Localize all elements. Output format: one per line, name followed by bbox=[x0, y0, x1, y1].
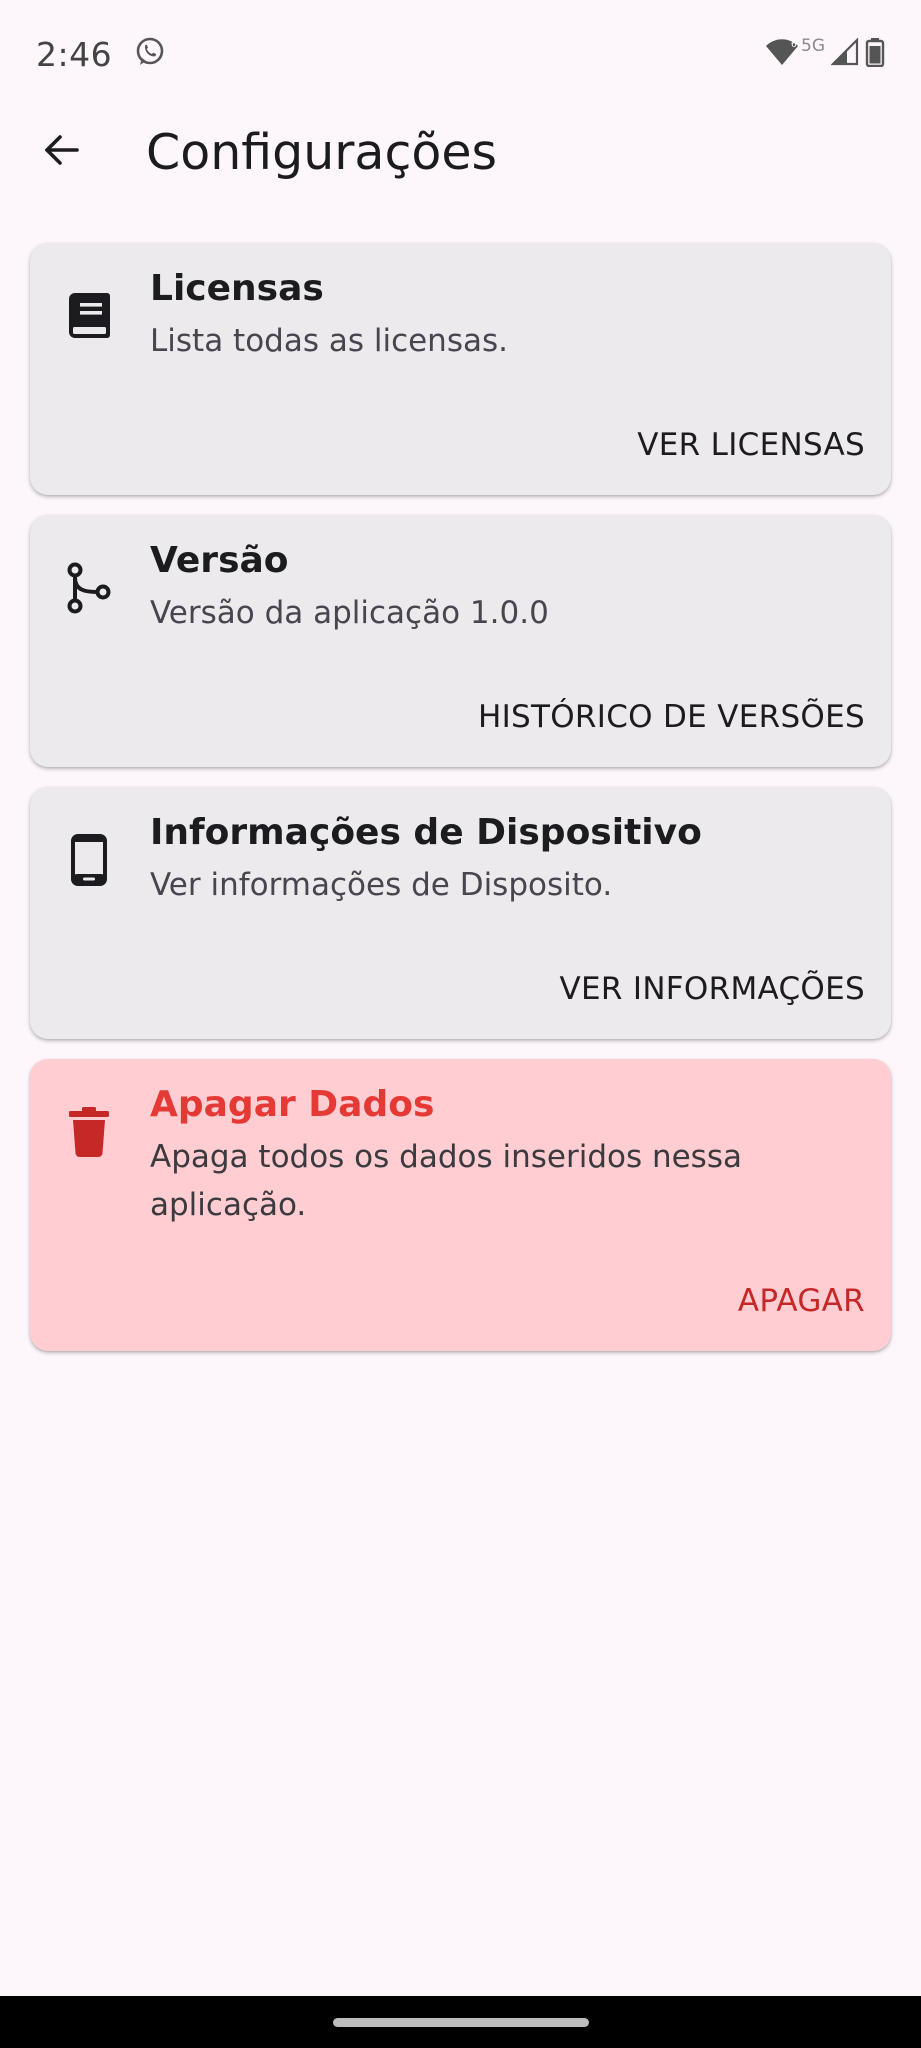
licenses-card-text: Licensas Lista todas as licensas. bbox=[150, 265, 851, 365]
device-info-card: Informações de Dispositivo Ver informaçõ… bbox=[30, 787, 891, 1039]
status-left: 2:46 bbox=[36, 35, 166, 74]
licenses-card: Licensas Lista todas as licensas. VER LI… bbox=[30, 243, 891, 495]
battery-icon bbox=[865, 37, 885, 71]
view-device-info-button[interactable]: VER INFORMAÇÕES bbox=[559, 965, 865, 1013]
git-branch-icon bbox=[64, 562, 114, 614]
wifi-icon: 6 bbox=[765, 37, 799, 71]
system-nav-bar bbox=[0, 1996, 921, 2048]
version-subtitle: Versão da aplicação 1.0.0 bbox=[150, 595, 549, 631]
signal-icon bbox=[830, 37, 859, 70]
whatsapp-icon bbox=[134, 36, 166, 72]
arrow-back-icon bbox=[41, 130, 81, 174]
svg-text:6: 6 bbox=[791, 40, 797, 50]
delete-button[interactable]: APAGAR bbox=[738, 1277, 865, 1325]
licenses-title: Licensas bbox=[150, 268, 324, 309]
version-card: Versão Versão da aplicação 1.0.0 HISTÓRI… bbox=[30, 515, 891, 767]
delete-data-card-text: Apagar Dados Apaga todos os dados inseri… bbox=[150, 1081, 851, 1229]
book-icon bbox=[64, 291, 114, 341]
settings-screen: 2:46 6 5G Configurações Licensas Lista t… bbox=[0, 0, 921, 2048]
settings-card-list: Licensas Lista todas as licensas. VER LI… bbox=[30, 243, 891, 1371]
status-time: 2:46 bbox=[36, 34, 113, 74]
view-licenses-button[interactable]: VER LICENSAS bbox=[637, 421, 865, 469]
app-bar: Configurações bbox=[0, 108, 921, 196]
delete-data-card: Apagar Dados Apaga todos os dados inseri… bbox=[30, 1059, 891, 1351]
trash-icon bbox=[64, 1107, 114, 1157]
version-title: Versão bbox=[150, 540, 289, 581]
device-info-card-text: Informações de Dispositivo Ver informaçõ… bbox=[150, 809, 851, 909]
back-button[interactable] bbox=[26, 117, 96, 187]
licenses-subtitle: Lista todas as licensas. bbox=[150, 323, 508, 359]
version-card-text: Versão Versão da aplicação 1.0.0 bbox=[150, 537, 851, 637]
status-bar: 2:46 6 5G bbox=[0, 0, 921, 108]
status-right: 6 5G bbox=[765, 36, 885, 71]
version-history-button[interactable]: HISTÓRICO DE VERSÕES bbox=[478, 693, 865, 741]
device-info-subtitle: Ver informações de Disposito. bbox=[150, 867, 613, 903]
delete-data-subtitle: Apaga todos os dados inseridos nessa apl… bbox=[150, 1139, 742, 1223]
network-type-label: 5G bbox=[801, 36, 825, 56]
device-info-title: Informações de Dispositivo bbox=[150, 812, 702, 853]
home-gesture-handle[interactable] bbox=[332, 2017, 589, 2027]
smartphone-icon bbox=[64, 834, 114, 886]
delete-data-title: Apagar Dados bbox=[150, 1084, 435, 1125]
page-title: Configurações bbox=[146, 123, 498, 181]
